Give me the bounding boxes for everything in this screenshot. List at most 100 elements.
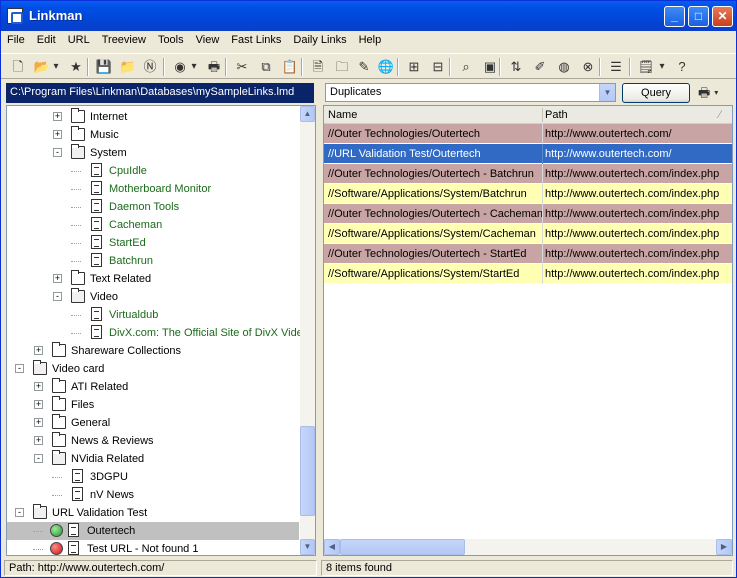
collapse-icon[interactable]: - [15,508,24,517]
star-folder-icon[interactable]: ★ [67,58,85,76]
menu-tools[interactable]: Tools [152,31,190,46]
table-row[interactable]: //Software/Applications/System/Batchrun h… [324,184,732,204]
expand-icon[interactable]: + [34,436,43,445]
column-header-path[interactable]: Path [545,109,568,121]
expand-icon[interactable]: ⊞ [405,58,423,76]
tree-item[interactable]: Batchrun [7,252,299,270]
notes-dropdown-icon[interactable]: ▾ [657,58,667,76]
tree-item[interactable]: + News & Reviews [7,432,299,450]
tree-item[interactable]: - NVidia Related [7,450,299,468]
paste-icon[interactable]: 📋 [281,58,299,76]
tree-item[interactable]: - Video card [7,360,299,378]
scroll-right-button[interactable]: ▶ [716,539,732,555]
copy-icon[interactable]: ⧉ [257,58,275,76]
tree-item[interactable]: + Files [7,396,299,414]
table-row[interactable]: //Software/Applications/System/Cacheman h… [324,224,732,244]
tree-item[interactable]: Test URL - Not found 1 [7,540,299,555]
scroll-down-button[interactable]: ▼ [300,539,315,555]
tree-item[interactable]: DivX.com: The Official Site of DivX Vide… [7,324,309,342]
tree-item[interactable]: StartEd [7,234,299,252]
tree-item[interactable]: + Shareware Collections [7,342,299,360]
scroll-left-button[interactable]: ◀ [324,539,340,555]
scroll-thumb[interactable] [300,426,315,516]
menu-help[interactable]: Help [353,31,388,46]
printer-icon[interactable]: 🖶 [205,58,223,76]
table-row[interactable]: //Outer Technologies/Outertech - Cachema… [324,204,732,224]
globe-icon[interactable]: 🌐 [377,58,395,76]
collapse-icon[interactable]: - [15,364,24,373]
tree-item[interactable]: nV News [7,486,299,504]
scroll-up-button[interactable]: ▲ [300,106,315,122]
open-folder-icon[interactable]: 📂 [33,58,51,76]
screen-icon[interactable]: ▣ [481,58,499,76]
folder-icon[interactable]: 📁 [119,58,137,76]
tree-item[interactable]: 3DGPU [7,468,299,486]
edit-icon[interactable]: ✎ [355,58,373,76]
collapse-icon[interactable]: - [53,292,62,301]
expand-icon[interactable]: + [53,112,62,121]
menu-edit[interactable]: Edit [31,31,62,46]
column-header-name[interactable]: Name [328,109,357,121]
new-link-icon[interactable]: 🗎 [309,58,327,76]
expand-icon[interactable]: + [34,418,43,427]
expand-icon[interactable]: + [53,130,62,139]
table-row[interactable]: //URL Validation Test/Outertech http://ww… [324,144,732,164]
help-cursor-icon[interactable]: ? [673,58,691,76]
close-button[interactable]: ✕ [712,6,733,27]
open-dropdown-icon[interactable]: ▾ [51,58,61,76]
tree-item[interactable]: + Music [7,126,299,144]
tree-item[interactable]: - Video [7,288,299,306]
table-row[interactable]: //Software/Applications/System/StartEd ht… [324,264,732,284]
n-icon[interactable]: Ⓝ [141,58,159,76]
hscroll-thumb[interactable] [340,539,465,555]
list-hscrollbar[interactable]: ◀ ▶ [324,539,732,555]
minimize-button[interactable]: _ [664,6,685,27]
expand-icon[interactable]: + [34,346,43,355]
menu-treeview[interactable]: Treeview [96,31,152,46]
table-row[interactable]: //Outer Technologies/Outertech - StartEd… [324,244,732,264]
query-button[interactable]: Query [622,83,690,103]
tree-item[interactable]: + General [7,414,299,432]
collapse-icon[interactable]: - [34,454,43,463]
new-file-icon[interactable]: 🗋 [9,58,27,76]
cut-icon[interactable]: ✂ [233,58,251,76]
collapse-icon[interactable]: - [53,148,62,157]
tree-item[interactable]: + ATI Related [7,378,299,396]
marker-icon[interactable]: ✐ [531,58,549,76]
menu-fast-links[interactable]: Fast Links [225,31,287,46]
menu-url[interactable]: URL [62,31,96,46]
tree-item[interactable]: + Internet [7,108,299,126]
tree-item[interactable]: Cacheman [7,216,299,234]
menu-file[interactable]: File [1,31,31,46]
title-bar[interactable]: Linkman _ □ ✕ [1,1,736,31]
tree-item[interactable]: Motherboard Monitor [7,180,299,198]
table-row[interactable]: //Outer Technologies/Outertech - Batchru… [324,164,732,184]
chevron-down-icon[interactable]: ▼ [599,84,615,101]
expand-icon[interactable]: + [53,274,62,283]
maximize-button[interactable]: □ [688,6,709,27]
menu-view[interactable]: View [190,31,226,46]
expand-icon[interactable]: + [34,400,43,409]
notes-icon[interactable]: 🗒 [637,58,655,76]
query-select[interactable]: Duplicates ▼ [325,83,616,102]
new-folder-icon[interactable]: 🗀 [333,58,351,76]
check-globe-icon[interactable]: ◍ [555,58,573,76]
browser-icon[interactable]: ◉ [171,58,189,76]
results-list[interactable]: Name Path ⁄ //Outer Technologies/Outerte… [323,105,733,556]
expand-icon[interactable]: + [34,382,43,391]
collapse-icon[interactable]: ⊟ [429,58,447,76]
tree-item[interactable]: - System [7,144,299,162]
tree-item[interactable]: CpuIdle [7,162,299,180]
tree-item[interactable]: - URL Validation Test [7,504,299,522]
browser-dropdown-icon[interactable]: ▾ [189,58,199,76]
tree-item[interactable]: Outertech [7,522,299,540]
binoculars-icon[interactable]: ⌕ [457,58,475,76]
table-row[interactable]: //Outer Technologies/Outertech http://www… [324,124,732,144]
print-dropdown-button[interactable]: 🖶 ▾ [698,83,730,103]
tree-item[interactable]: + Text Related [7,270,299,288]
tree-item[interactable]: Daemon Tools [7,198,299,216]
tree-view[interactable]: + Internet + Music - System CpuIdle Motherboard… [6,105,316,556]
tree-item[interactable]: Virtualdub [7,306,299,324]
sort-az-icon[interactable]: ⇅ [507,58,525,76]
save-icon[interactable]: 💾 [95,58,113,76]
